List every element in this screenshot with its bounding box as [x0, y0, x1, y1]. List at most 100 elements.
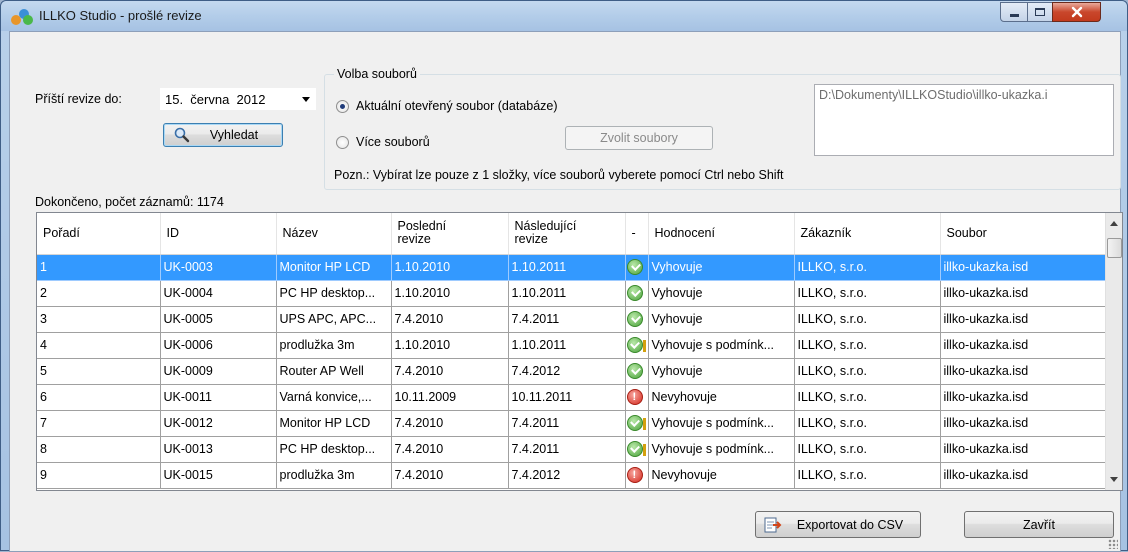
- minimize-button[interactable]: [1000, 2, 1028, 22]
- cell-name[interactable]: UPS APC, APC...: [276, 306, 392, 333]
- status-icon-cell[interactable]: [625, 462, 649, 489]
- cell-name[interactable]: Monitor HP LCD: [276, 410, 392, 437]
- cell-id[interactable]: UK-0013: [160, 436, 277, 463]
- revisions-table[interactable]: Pořadí ID Název Poslední revize Následující …: [36, 212, 1123, 491]
- table-row[interactable]: 9UK-0015prodlužka 3m7.4.20107.4.2012 Nevy…: [37, 462, 1107, 489]
- cell-rating[interactable]: Vyhovuje: [648, 306, 795, 333]
- resize-grip-icon[interactable]: [1108, 539, 1118, 549]
- table-row[interactable]: 2 UK-0004 PC HP desktop... 1.10.2010 1.10.20…: [37, 280, 1107, 307]
- cell-customer[interactable]: ILLKO, s.r.o.: [794, 358, 941, 385]
- scroll-up-icon[interactable]: [1110, 221, 1118, 226]
- radio-multiple-files[interactable]: [336, 136, 349, 149]
- cell-customer[interactable]: ILLKO, s.r.o.: [794, 410, 941, 437]
- cell-last[interactable]: 10.11.2009: [391, 384, 509, 411]
- cell-name[interactable]: prodlužka 3m: [276, 462, 392, 489]
- cell-name[interactable]: Varná konvice,...: [276, 384, 392, 411]
- cell-last[interactable]: 7.4.2010: [391, 306, 509, 333]
- cell-next[interactable]: 7.4.2011: [508, 410, 626, 437]
- cell-file[interactable]: illko-ukazka.isd: [940, 462, 1107, 489]
- cell-no[interactable]: 3: [37, 306, 161, 333]
- column-header[interactable]: Následující revize: [508, 213, 626, 255]
- cell-next[interactable]: 1.10.2011: [508, 254, 626, 281]
- cell-name[interactable]: Monitor HP LCD: [276, 254, 392, 281]
- cell-customer[interactable]: ILLKO, s.r.o.: [794, 436, 941, 463]
- cell-customer[interactable]: ILLKO, s.r.o.: [794, 306, 941, 333]
- column-header[interactable]: Soubor: [940, 213, 1107, 255]
- cell-rating[interactable]: Vyhovuje: [648, 280, 795, 307]
- cell-id[interactable]: UK-0012: [160, 410, 277, 437]
- column-header[interactable]: Poslední revize: [391, 213, 509, 255]
- cell-rating[interactable]: Vyhovuje: [648, 358, 795, 385]
- cell-rating[interactable]: Vyhovuje s podmínk...: [648, 410, 795, 437]
- cell-id[interactable]: UK-0005: [160, 306, 277, 333]
- cell-next[interactable]: 1.10.2011: [508, 280, 626, 307]
- cell-no[interactable]: 9: [37, 462, 161, 489]
- cell-customer[interactable]: ILLKO, s.r.o.: [794, 254, 941, 281]
- status-icon-cell[interactable]: [625, 358, 649, 385]
- radio-current-file[interactable]: [336, 100, 349, 113]
- cell-next[interactable]: 7.4.2012: [508, 358, 626, 385]
- pick-files-button[interactable]: Zvolit soubory: [565, 126, 713, 150]
- cell-id[interactable]: UK-0009: [160, 358, 277, 385]
- cell-last[interactable]: 7.4.2010: [391, 410, 509, 437]
- cell-rating[interactable]: Nevyhovuje: [648, 384, 795, 411]
- scroll-down-icon[interactable]: [1110, 477, 1118, 482]
- cell-no[interactable]: 1: [37, 254, 161, 281]
- cell-no[interactable]: 7: [37, 410, 161, 437]
- maximize-button[interactable]: [1027, 2, 1053, 22]
- scroll-thumb[interactable]: [1107, 238, 1122, 258]
- cell-id[interactable]: UK-0015: [160, 462, 277, 489]
- status-icon-cell[interactable]: [625, 254, 649, 281]
- cell-next[interactable]: 10.11.2011: [508, 384, 626, 411]
- column-header[interactable]: Zákazník: [794, 213, 941, 255]
- radio-multiple-files-label[interactable]: Více souborů: [356, 135, 430, 149]
- file-path-box[interactable]: D:\Dokumenty\ILLKOStudio\illko-ukazka.i: [814, 84, 1114, 156]
- cell-file[interactable]: illko-ukazka.isd: [940, 332, 1107, 359]
- cell-next[interactable]: 7.4.2011: [508, 436, 626, 463]
- table-row[interactable]: 1 UK-0003 Monitor HP LCD 1.10.2010 1.10.2011…: [37, 254, 1107, 281]
- cell-last[interactable]: 1.10.2010: [391, 332, 509, 359]
- status-icon-cell[interactable]: [625, 280, 649, 307]
- cell-file[interactable]: illko-ukazka.isd: [940, 358, 1107, 385]
- cell-id[interactable]: UK-0004: [160, 280, 277, 307]
- status-icon-cell[interactable]: [625, 332, 649, 359]
- column-header[interactable]: -: [625, 213, 649, 255]
- table-row[interactable]: 6 UK-0011 Varná konvice,... 10.11.2009 10.11…: [37, 384, 1107, 411]
- cell-name[interactable]: PC HP desktop...: [276, 280, 392, 307]
- cell-id[interactable]: UK-0006: [160, 332, 277, 359]
- date-picker[interactable]: 15. června 2012: [160, 88, 316, 110]
- cell-next[interactable]: 1.10.2011: [508, 332, 626, 359]
- cell-no[interactable]: 8: [37, 436, 161, 463]
- vertical-scrollbar[interactable]: [1105, 213, 1122, 490]
- cell-file[interactable]: illko-ukazka.isd: [940, 410, 1107, 437]
- cell-file[interactable]: illko-ukazka.isd: [940, 254, 1107, 281]
- cell-file[interactable]: illko-ukazka.isd: [940, 280, 1107, 307]
- table-row[interactable]: 3 UK-0005 UPS APC, APC... 7.4.2010 7.4.2011 V…: [37, 306, 1107, 333]
- cell-name[interactable]: prodlužka 3m: [276, 332, 392, 359]
- table-row[interactable]: 5 UK-0009 Router AP Well 7.4.2010 7.4.2012 Vy…: [37, 358, 1107, 385]
- export-csv-button[interactable]: Exportovat do CSV: [755, 511, 921, 538]
- table-row[interactable]: 4 UK-0006 prodlužka 3m 1.10.2010 1.10.2011 Vy…: [37, 332, 1107, 359]
- cell-next[interactable]: 7.4.2012: [508, 462, 626, 489]
- search-button[interactable]: Vyhledat: [163, 123, 283, 147]
- cell-rating[interactable]: Vyhovuje s podmínk...: [648, 332, 795, 359]
- close-window-button[interactable]: [1052, 2, 1101, 22]
- cell-file[interactable]: illko-ukazka.isd: [940, 306, 1107, 333]
- cell-last[interactable]: 7.4.2010: [391, 436, 509, 463]
- cell-file[interactable]: illko-ukazka.isd: [940, 384, 1107, 411]
- cell-last[interactable]: 7.4.2010: [391, 358, 509, 385]
- cell-name[interactable]: PC HP desktop...: [276, 436, 392, 463]
- cell-last[interactable]: 1.10.2010: [391, 280, 509, 307]
- table-row[interactable]: 8 UK-0013 PC HP desktop... 7.4.2010 7.4.2011…: [37, 436, 1107, 463]
- cell-rating[interactable]: Nevyhovuje: [648, 462, 795, 489]
- cell-customer[interactable]: ILLKO, s.r.o.: [794, 332, 941, 359]
- cell-rating[interactable]: Vyhovuje: [648, 254, 795, 281]
- radio-current-file-label[interactable]: Aktuální otevřený soubor (databáze): [356, 99, 558, 113]
- column-header[interactable]: Hodnocení: [648, 213, 795, 255]
- table-row[interactable]: 7 UK-0012 Monitor HP LCD 7.4.2010 7.4.2011 Vy…: [37, 410, 1107, 437]
- cell-rating[interactable]: Vyhovuje s podmínk...: [648, 436, 795, 463]
- cell-next[interactable]: 7.4.2011: [508, 306, 626, 333]
- column-header[interactable]: Pořadí: [37, 213, 161, 255]
- title-bar[interactable]: ILLKO Studio - prošlé revize: [1, 1, 1127, 31]
- status-icon-cell[interactable]: [625, 306, 649, 333]
